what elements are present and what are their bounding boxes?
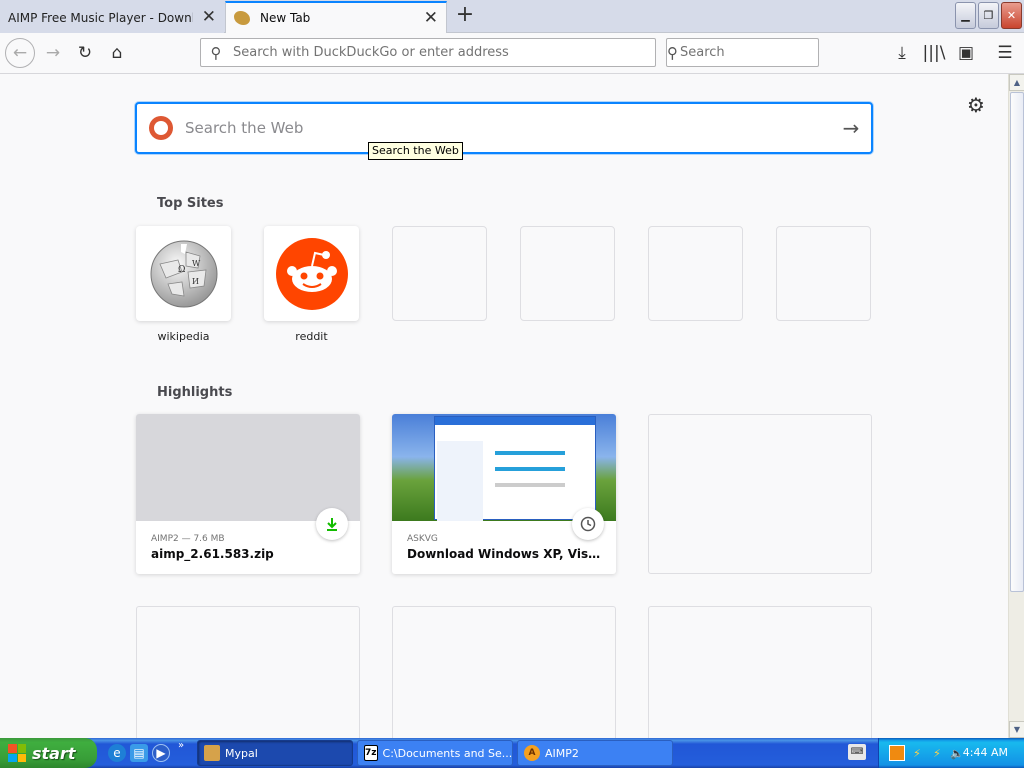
arrow-right-icon[interactable]: →	[831, 116, 871, 140]
top-site-reddit[interactable]	[264, 226, 359, 321]
close-tab-icon[interactable]: ✕	[202, 9, 216, 26]
new-tab-button[interactable]: +	[453, 4, 477, 28]
top-site-empty[interactable]	[648, 226, 743, 321]
close-window-button[interactable]: ✕	[1001, 2, 1022, 29]
highlights-heading: Highlights	[157, 385, 233, 400]
highlight-card-empty	[648, 414, 872, 574]
aimp-tray-icon[interactable]	[889, 745, 905, 761]
duckduckgo-logo-icon	[149, 116, 173, 140]
library-button[interactable]: |||\	[920, 39, 948, 67]
highlight-meta: AIMP2 — 7.6 MB	[151, 534, 225, 544]
highlight-thumbnail	[392, 414, 616, 521]
minimize-button[interactable]: ▁	[955, 2, 976, 29]
tab-strip: AIMP Free Music Player - Download AIMP ✕…	[0, 0, 1024, 33]
mypal-favicon-icon	[234, 11, 250, 25]
tooltip: Search the Web	[368, 142, 463, 160]
gear-icon[interactable]: ⚙	[967, 93, 985, 117]
taskbar: start e ▤ ▶ » Mypal 7z C:\Documents and …	[0, 738, 1024, 768]
taskbar-button-label: AIMP2	[545, 746, 579, 760]
quick-launch-more-icon[interactable]: »	[178, 740, 184, 751]
url-input[interactable]	[231, 44, 655, 61]
clock: 4:44 AM	[962, 746, 1008, 759]
sidebar-button[interactable]: ▣	[952, 39, 980, 67]
search-icon: ⚲	[210, 43, 222, 62]
scrollbar-thumb[interactable]	[1010, 92, 1024, 592]
internet-explorer-icon[interactable]: e	[108, 744, 126, 762]
highlight-title: aimp_2.61.583.zip	[151, 547, 274, 561]
forward-button[interactable]: →	[39, 39, 67, 67]
mypal-icon	[204, 745, 220, 761]
back-button[interactable]: ←	[5, 38, 35, 68]
top-site-wikipedia[interactable]: Ω W И	[136, 226, 231, 321]
reddit-alien-icon	[275, 237, 348, 310]
scroll-up-arrow-icon[interactable]: ▲	[1009, 74, 1024, 91]
media-player-icon[interactable]: ▶	[152, 744, 170, 762]
tab-aimp[interactable]: AIMP Free Music Player - Download AIMP ✕	[0, 2, 224, 33]
start-label: start	[32, 743, 76, 763]
aimp-icon: A	[524, 745, 540, 761]
7zip-icon: 7z	[364, 745, 378, 761]
taskbar-button-aimp[interactable]: A AIMP2	[517, 740, 673, 766]
system-tray: ⚡ ⚡ 🔈 4:44 AM	[878, 738, 1024, 768]
restore-button[interactable]: ❐	[978, 2, 999, 29]
reload-button[interactable]: ↻	[71, 39, 99, 67]
navigation-toolbar: ← → ↻ ⌂ ⚲ ⚲ ⤓ |||\ ▣ ☰	[0, 33, 1024, 74]
explorer-icon[interactable]: ▤	[130, 744, 148, 762]
search-input[interactable]	[678, 44, 852, 61]
vertical-scrollbar[interactable]: ▲ ▼	[1008, 74, 1024, 738]
wikipedia-globe-icon: Ω W И	[150, 240, 217, 307]
downloads-button[interactable]: ⤓	[888, 39, 916, 67]
tab-label: AIMP Free Music Player - Download AIMP	[8, 10, 193, 25]
scroll-down-arrow-icon[interactable]: ▼	[1009, 721, 1024, 738]
menu-button[interactable]: ☰	[991, 39, 1019, 67]
search-bar[interactable]: ⚲	[666, 38, 852, 67]
taskbar-button-7zip[interactable]: 7z C:\Documents and Se...	[357, 740, 513, 766]
web-search-input[interactable]	[183, 118, 831, 138]
highlight-thumbnail	[136, 414, 360, 521]
top-site-label: wikipedia	[157, 330, 210, 343]
tab-label: New Tab	[260, 11, 311, 25]
lightning-tray-icon[interactable]: ⚡	[909, 745, 925, 761]
top-sites-heading: Top Sites	[157, 196, 224, 211]
tab-new-tab[interactable]: New Tab ✕	[225, 1, 447, 33]
url-bar[interactable]: ⚲	[200, 38, 656, 67]
highlight-title: Download Windows XP, Vista, 7, 8, 8.1 an…	[407, 547, 602, 561]
clock-icon	[572, 508, 604, 540]
top-site-empty[interactable]	[776, 226, 871, 321]
top-site-label: reddit	[295, 330, 328, 343]
svg-text:Ω: Ω	[178, 265, 185, 275]
search-icon: ⚲	[667, 43, 678, 62]
highlight-card-askvg[interactable]: ASKVG Download Windows XP, Vista, 7, 8, …	[392, 414, 616, 574]
download-icon	[316, 508, 348, 540]
keyboard-icon[interactable]: ⌨	[848, 744, 866, 760]
start-button[interactable]: start	[0, 738, 97, 768]
web-search-box[interactable]: →	[135, 102, 873, 154]
svg-text:И: И	[192, 277, 199, 286]
taskbar-button-label: Mypal	[225, 746, 258, 760]
windows-logo-icon	[8, 744, 26, 762]
top-site-empty[interactable]	[520, 226, 615, 321]
highlight-meta: ASKVG	[407, 534, 438, 544]
close-tab-icon[interactable]: ✕	[424, 10, 438, 27]
top-site-empty[interactable]	[392, 226, 487, 321]
taskbar-button-label: C:\Documents and Se...	[382, 746, 513, 760]
lightning-tray-icon[interactable]: ⚡	[929, 745, 945, 761]
home-button[interactable]: ⌂	[103, 39, 131, 67]
highlight-card-aimp[interactable]: AIMP2 — 7.6 MB aimp_2.61.583.zip	[136, 414, 360, 574]
taskbar-button-mypal[interactable]: Mypal	[197, 740, 353, 766]
svg-text:W: W	[192, 259, 201, 268]
